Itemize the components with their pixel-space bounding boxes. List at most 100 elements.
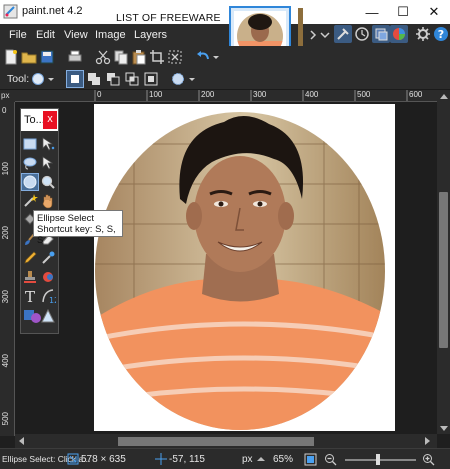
hruler-label-100: 100 — [149, 90, 163, 99]
svg-text:?: ? — [438, 28, 444, 41]
hruler-label-600: 600 — [409, 90, 423, 99]
selection-mode-intersect-icon[interactable] — [124, 71, 140, 87]
menu-layers[interactable]: Layers — [134, 29, 167, 41]
lasso-select-icon[interactable] — [22, 155, 38, 171]
zoom-slider[interactable] — [343, 453, 418, 466]
horizontal-ruler-ticks — [94, 90, 408, 101]
ruler-unit: px — [0, 90, 15, 102]
crop-to-selection-icon[interactable] — [149, 49, 165, 65]
zoom-to-window-icon[interactable] — [304, 453, 317, 466]
chevron-right-icon[interactable] — [308, 29, 318, 41]
horizontal-scroll-thumb[interactable] — [118, 437, 314, 446]
status-cursor-position: -57, 115 — [169, 454, 205, 465]
zoom-in-icon[interactable] — [422, 453, 435, 466]
layers-window-icon[interactable] — [372, 25, 390, 43]
scroll-down-icon[interactable] — [440, 426, 448, 432]
maximize-button[interactable]: ☐ — [388, 2, 418, 22]
horizontal-ruler: 0 100 200 300 400 500 600 — [15, 90, 437, 102]
zoom-icon[interactable] — [40, 174, 56, 190]
chevron-down-icon[interactable] — [319, 29, 331, 41]
print-icon[interactable] — [67, 49, 83, 65]
tools-window-close-button[interactable]: x — [43, 111, 57, 129]
title-bar: paint.net 4.2 LIST OF FREEWARE — ☐ ✕ — [0, 0, 450, 24]
history-icon[interactable] — [353, 25, 371, 43]
menu-image[interactable]: Image — [95, 29, 126, 41]
pencil-icon[interactable] — [22, 250, 38, 266]
unit-dropdown-icon[interactable] — [257, 456, 265, 462]
tool-options-bar: Tool: — [0, 68, 450, 90]
magic-wand-icon[interactable] — [22, 193, 38, 209]
tool-label: Tool: — [7, 73, 30, 85]
line-curve-icon[interactable]: 12 — [40, 288, 56, 304]
deselect-icon[interactable] — [167, 49, 183, 65]
vruler-label-500: 500 — [1, 412, 10, 426]
svg-text:12: 12 — [49, 296, 56, 304]
hruler-label-400: 400 — [305, 90, 319, 99]
hruler-label-200: 200 — [201, 90, 215, 99]
status-zoom: 65% — [273, 454, 294, 465]
menu-view[interactable]: View — [64, 29, 88, 41]
scroll-right-icon[interactable] — [425, 437, 431, 445]
vruler-label-400: 400 — [1, 354, 10, 368]
shapes-icon[interactable] — [22, 308, 56, 324]
vruler-label-0: 0 — [2, 106, 7, 115]
copy-icon[interactable] — [113, 49, 129, 65]
selection-mode-union-icon[interactable] — [86, 71, 102, 87]
cut-icon[interactable] — [95, 49, 111, 65]
window-title: paint.net 4.2 — [22, 5, 83, 17]
menu-bar: File Edit View Image Layers ? — [0, 24, 450, 46]
scroll-up-icon[interactable] — [440, 93, 448, 99]
cursor-position-icon — [155, 453, 167, 465]
move-selection-icon[interactable] — [40, 155, 56, 171]
minimize-button[interactable]: — — [357, 2, 387, 22]
new-image-icon[interactable] — [3, 49, 19, 65]
vruler-label-100: 100 — [1, 162, 10, 176]
colors-window-icon[interactable] — [390, 25, 408, 43]
undo-icon[interactable] — [195, 49, 211, 65]
tool-dropdown-icon[interactable] — [47, 72, 55, 86]
ellipse-tool-indicator-icon[interactable] — [31, 72, 45, 86]
menu-file[interactable]: File — [9, 29, 27, 41]
status-image-size: 578 × 635 — [81, 454, 126, 465]
gear-icon[interactable] — [414, 25, 432, 43]
scroll-left-icon[interactable] — [18, 437, 24, 445]
status-unit[interactable]: px — [242, 454, 253, 465]
text-tool-icon[interactable]: T — [22, 288, 38, 304]
tools-window-title: To... — [24, 114, 45, 126]
undo-dropdown-icon[interactable] — [212, 49, 220, 65]
hruler-label-300: 300 — [253, 90, 267, 99]
portrait-image — [94, 104, 395, 431]
recolor-icon[interactable] — [40, 269, 56, 285]
image-size-icon — [67, 453, 79, 465]
vertical-scroll-thumb[interactable] — [439, 192, 448, 348]
tooltip-title: Ellipse Select — [37, 213, 95, 224]
close-button[interactable]: ✕ — [419, 2, 449, 22]
tools-window-header[interactable]: To... x — [21, 109, 58, 131]
status-bar: Ellipse Select: Click a... 578 × 635 -57… — [0, 448, 450, 469]
vertical-ruler: 0 100 200 300 400 500 — [0, 102, 15, 436]
save-icon[interactable] — [39, 49, 55, 65]
ellipse-select-icon[interactable] — [21, 173, 39, 191]
clone-stamp-icon[interactable] — [22, 269, 38, 285]
image-canvas[interactable] — [94, 104, 395, 431]
menu-edit[interactable]: Edit — [36, 29, 55, 41]
selection-mode-exclude-icon[interactable] — [105, 71, 121, 87]
antialiasing-dropdown-icon[interactable] — [188, 72, 196, 86]
paste-icon[interactable] — [131, 49, 147, 65]
hruler-label-500: 500 — [357, 90, 371, 99]
rectangle-select-icon[interactable] — [22, 136, 38, 152]
selection-mode-invert-icon[interactable] — [143, 71, 159, 87]
antialiasing-icon[interactable] — [170, 71, 186, 87]
zoom-out-icon[interactable] — [324, 453, 337, 466]
move-selected-pixels-icon[interactable] — [40, 136, 56, 152]
help-icon[interactable]: ? — [432, 25, 450, 43]
selection-mode-replace-icon[interactable] — [66, 70, 84, 88]
svg-text:T: T — [25, 288, 35, 304]
tooltip-shortcut: Shortcut key: S, S, S — [37, 224, 116, 246]
color-picker-icon[interactable] — [40, 250, 56, 266]
pan-hand-icon[interactable] — [40, 193, 56, 209]
paintnet-app-icon — [3, 4, 18, 19]
tools-window-toggle-icon[interactable] — [334, 25, 352, 43]
open-folder-icon[interactable] — [21, 49, 37, 65]
canvas-workspace[interactable] — [15, 102, 437, 434]
